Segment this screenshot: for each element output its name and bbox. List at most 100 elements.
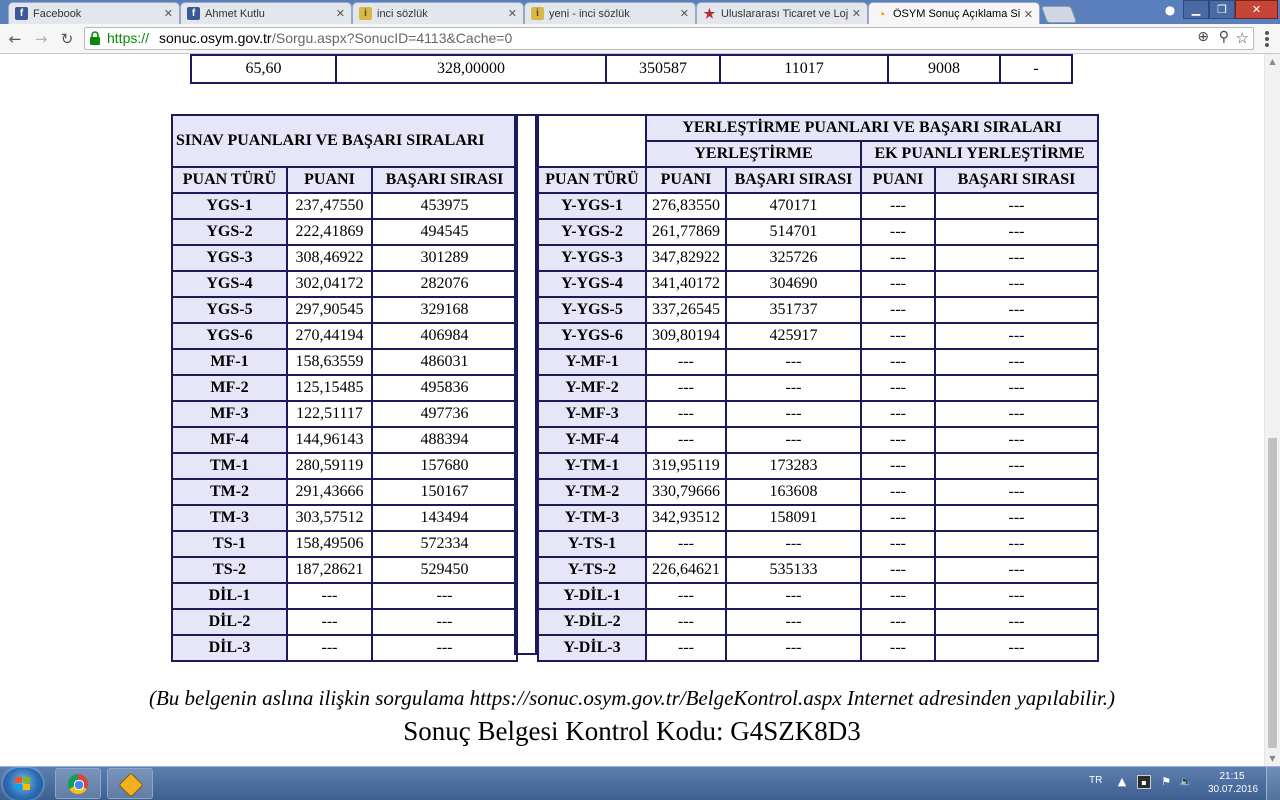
ek-basari-sirasi-cell: --- [934,530,1099,558]
table-cell: - [999,54,1073,84]
bookmark-star-icon[interactable]: ☆ [1236,29,1249,47]
ek-puan-cell: --- [860,608,936,636]
osym-icon: ◔ [877,6,886,22]
basari-sirasi-cell: --- [725,608,862,636]
puan-cell: 125,15485 [286,374,373,402]
reload-button[interactable]: ↻ [56,28,78,50]
menu-icon[interactable] [1260,31,1274,47]
clock-date: 30.07.2016 [1208,784,1259,795]
puan-turu-cell: YGS-5 [171,296,288,324]
verification-note: (Bu belgenin aslına ilişkin sorgulama ht… [148,686,1116,710]
tab-yeni-inci-sozluk[interactable]: i yeni - inci sözlük ✕ [524,2,696,24]
lock-icon [90,31,100,45]
close-icon[interactable]: ✕ [336,7,345,20]
basari-sirasi-cell: 572334 [371,530,518,558]
table-row: DİL-2 --- --- [171,608,518,636]
close-icon[interactable]: ✕ [852,7,861,20]
puan-cell: --- [645,582,727,610]
table-row: Y-TM-1 319,95119 173283 --- --- [537,452,1099,480]
puan-turu-cell: Y-TM-2 [537,478,647,506]
puan-cell: 276,83550 [645,192,727,220]
puan-cell: 342,93512 [645,504,727,532]
show-desktop-button[interactable] [1266,767,1280,800]
close-window-button[interactable]: ✕ [1235,0,1278,19]
basari-sirasi-cell: --- [725,374,862,402]
chrome-taskbar-button[interactable] [55,768,101,799]
back-button[interactable]: ← [4,28,26,50]
tab-facebook[interactable]: f Facebook ✕ [8,2,180,24]
puan-cell: 308,46922 [286,244,373,272]
table-row: MF-4 144,96143 488394 [171,426,518,454]
vertical-scrollbar[interactable]: ▲ ▼ [1264,54,1280,766]
puan-cell: 309,80194 [645,322,727,350]
puan-turu-cell: Y-DİL-3 [537,634,647,662]
table-row: Y-MF-4 --- --- --- --- [537,426,1099,454]
basari-sirasi-cell: 453975 [371,192,518,220]
puan-turu-cell: Y-YGS-2 [537,218,647,246]
winamp-taskbar-button[interactable] [107,768,153,799]
table-row: Y-YGS-1 276,83550 470171 --- --- [537,192,1099,220]
pin-icon[interactable]: ⚲ [1219,29,1229,45]
basari-sirasi-cell: 351737 [725,296,862,324]
puan-turu-cell: Y-DİL-2 [537,608,647,636]
volume-icon[interactable]: 🔈 [1179,775,1193,789]
close-icon[interactable]: ✕ [164,7,173,20]
puan-cell: 237,47550 [286,192,373,220]
puan-turu-cell: YGS-1 [171,192,288,220]
forward-button[interactable]: → [30,28,52,50]
language-indicator[interactable]: TR [1089,775,1102,786]
group-header: YERLEŞTİRME [645,140,862,168]
address-bar[interactable]: https:// sonuc.osym.gov.tr /Sorgu.aspx?S… [84,27,1254,50]
action-center-flag-icon[interactable]: ⚑ [1159,775,1173,789]
puan-turu-cell: Y-TM-1 [537,452,647,480]
scroll-up-arrow-icon[interactable]: ▲ [1265,54,1280,69]
scroll-down-arrow-icon[interactable]: ▼ [1265,751,1280,766]
table-row: TM-3 303,57512 143494 [171,504,518,532]
show-hidden-icons-icon[interactable]: ▲ [1115,775,1129,789]
ek-puan-cell: --- [860,582,936,610]
tab-uluslararasi-ticaret[interactable]: ★ Uluslararası Ticaret ve Loj ✕ [696,2,868,24]
ek-basari-sirasi-cell: --- [934,270,1099,298]
winamp-icon [118,772,144,798]
puan-turu-cell: TM-3 [171,504,288,532]
tab-ahmet-kutlu[interactable]: f Ahmet Kutlu ✕ [180,2,352,24]
table-row: Y-YGS-2 261,77869 514701 --- --- [537,218,1099,246]
browser-toolbar: ← → ↻ https:// sonuc.osym.gov.tr /Sorgu.… [0,24,1280,54]
column-header: BAŞARI SIRASI [725,166,862,194]
network-icon[interactable]: ▪ [1137,775,1151,789]
close-icon[interactable]: ✕ [680,7,689,20]
close-icon[interactable]: ✕ [1024,8,1033,21]
tab-osym-sonuc[interactable]: ◔ ÖSYM Sonuç Açıklama Sis ✕ [868,2,1040,25]
table-row: Y-DİL-1 --- --- --- --- [537,582,1099,610]
table-cell: 350587 [605,54,721,84]
scroll-thumb[interactable] [1268,438,1277,748]
puan-cell: 302,04172 [286,270,373,298]
puan-cell: 144,96143 [286,426,373,454]
basari-sirasi-cell: 329168 [371,296,518,324]
zoom-icon[interactable]: ⊕ [1197,29,1209,45]
puan-turu-cell: YGS-3 [171,244,288,272]
table-row: Y-TS-1 --- --- --- --- [537,530,1099,558]
puan-cell: 270,44194 [286,322,373,350]
close-icon[interactable]: ✕ [508,7,517,20]
basari-sirasi-cell: 494545 [371,218,518,246]
minimize-button[interactable]: ▁ [1183,0,1209,19]
ek-basari-sirasi-cell: --- [934,634,1099,662]
puan-turu-cell: Y-YGS-4 [537,270,647,298]
clock-time: 21:15 [1219,771,1245,782]
tab-inci-sozluk[interactable]: i inci sözlük ✕ [352,2,524,24]
tab-title: Ahmet Kutlu [205,7,265,20]
clock[interactable]: 21:15 30.07.2016 [1208,770,1259,796]
basari-sirasi-cell: --- [725,530,862,558]
new-tab-button[interactable] [1040,6,1078,23]
user-icon[interactable]: ● [1157,0,1183,19]
table-divider [514,114,537,655]
maximize-button[interactable]: ❐ [1209,0,1235,19]
table-row: Y-DİL-3 --- --- --- --- [537,634,1099,662]
tab-title: yeni - inci sözlük [549,7,630,20]
table-row: TS-1 158,49506 572334 [171,530,518,558]
basari-sirasi-cell: 406984 [371,322,518,350]
start-button[interactable] [3,768,43,800]
basari-sirasi-cell: --- [371,582,518,610]
ek-basari-sirasi-cell: --- [934,192,1099,220]
